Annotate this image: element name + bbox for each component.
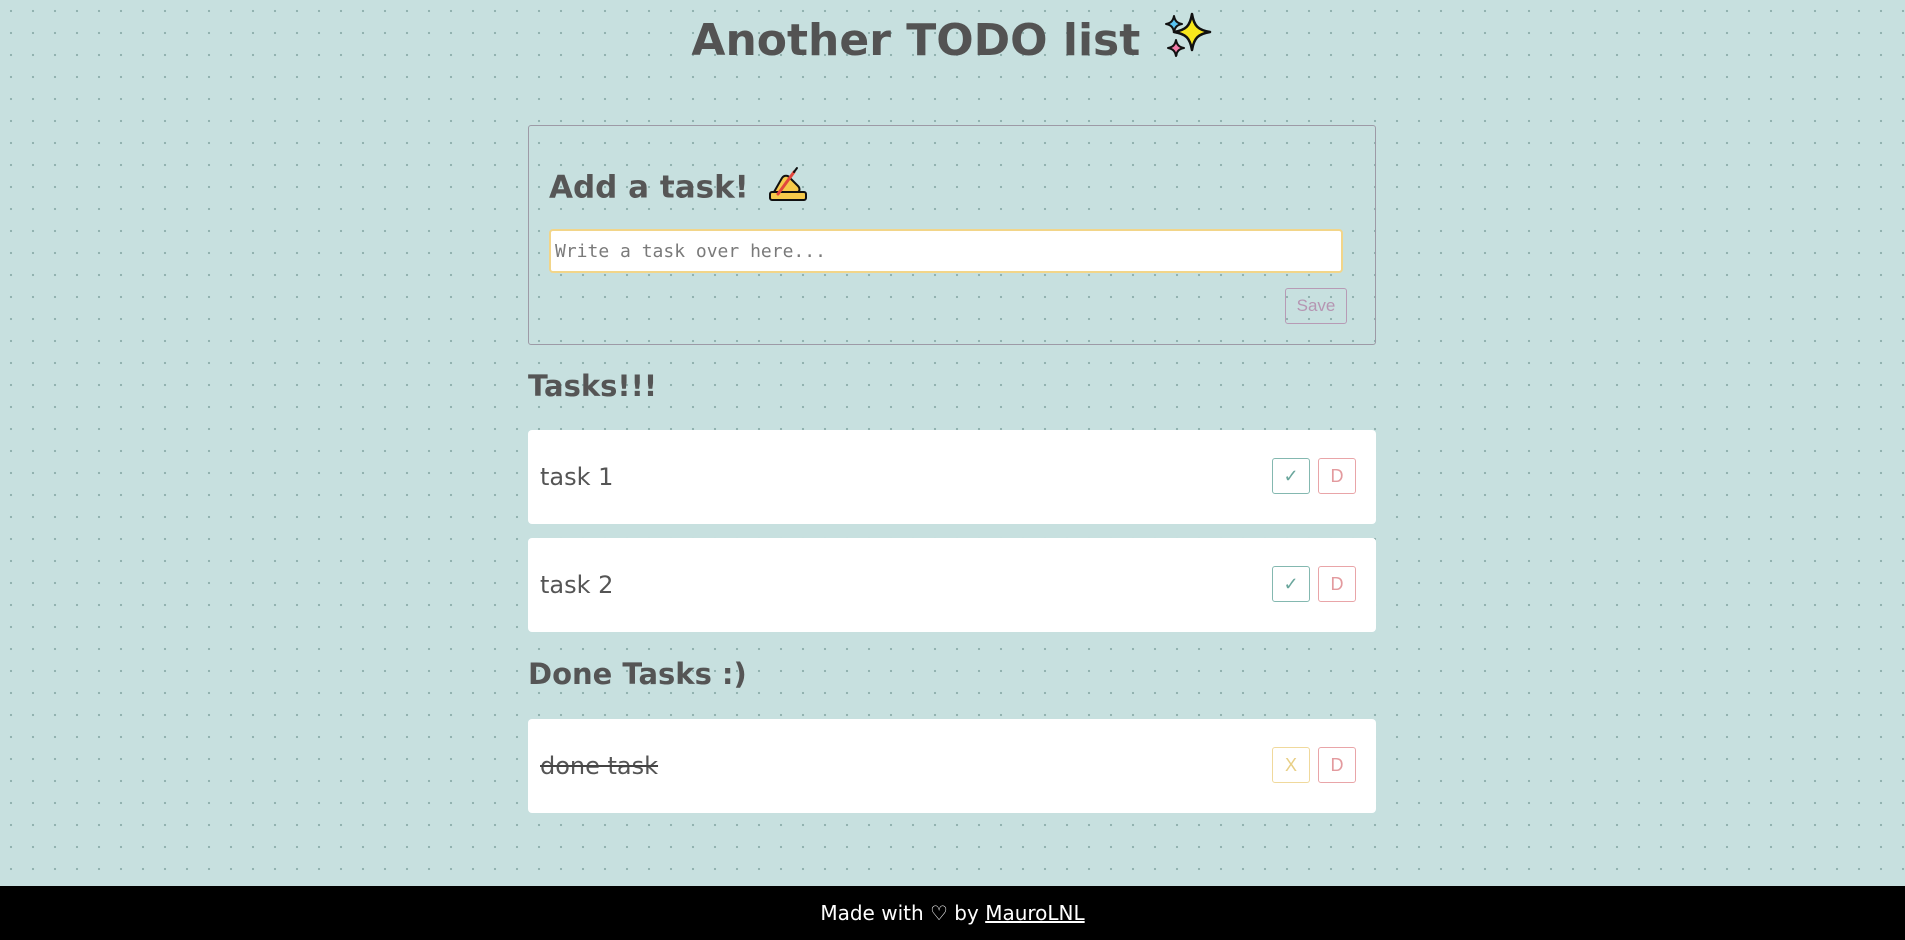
done-task-item-text: done task [540, 752, 659, 780]
delete-task-button[interactable]: D [1318, 566, 1356, 602]
task-item-text: task 1 [540, 463, 614, 491]
page-title-text: Another TODO list [691, 15, 1141, 66]
task-item: task 2 ✓ D [528, 538, 1376, 632]
undo-task-button[interactable]: X [1272, 747, 1310, 783]
add-task-title-text: Add a task! [549, 169, 749, 206]
save-button[interactable]: Save [1285, 288, 1347, 324]
complete-task-button[interactable]: ✓ [1272, 458, 1310, 494]
add-task-card: Add a task! Save [528, 125, 1376, 345]
add-task-title: Add a task! [549, 166, 808, 212]
writing-hand-icon [768, 166, 808, 212]
delete-task-button[interactable]: D [1318, 458, 1356, 494]
done-section-title: Done Tasks :) [528, 657, 747, 691]
tasks-section-title: Tasks!!! [528, 369, 658, 403]
complete-task-button[interactable]: ✓ [1272, 566, 1310, 602]
page-title: Another TODO list [0, 10, 1905, 76]
task-item-text: task 2 [540, 571, 614, 599]
delete-task-button[interactable]: D [1318, 747, 1356, 783]
footer-text: Made with ♡ by [820, 901, 979, 925]
task-item: task 1 ✓ D [528, 430, 1376, 524]
footer: Made with ♡ by MauroLNL [0, 886, 1905, 940]
done-task-item: done task X D [528, 719, 1376, 813]
sparkles-icon [1162, 10, 1214, 76]
author-link[interactable]: MauroLNL [985, 901, 1084, 925]
task-input[interactable] [549, 229, 1343, 273]
